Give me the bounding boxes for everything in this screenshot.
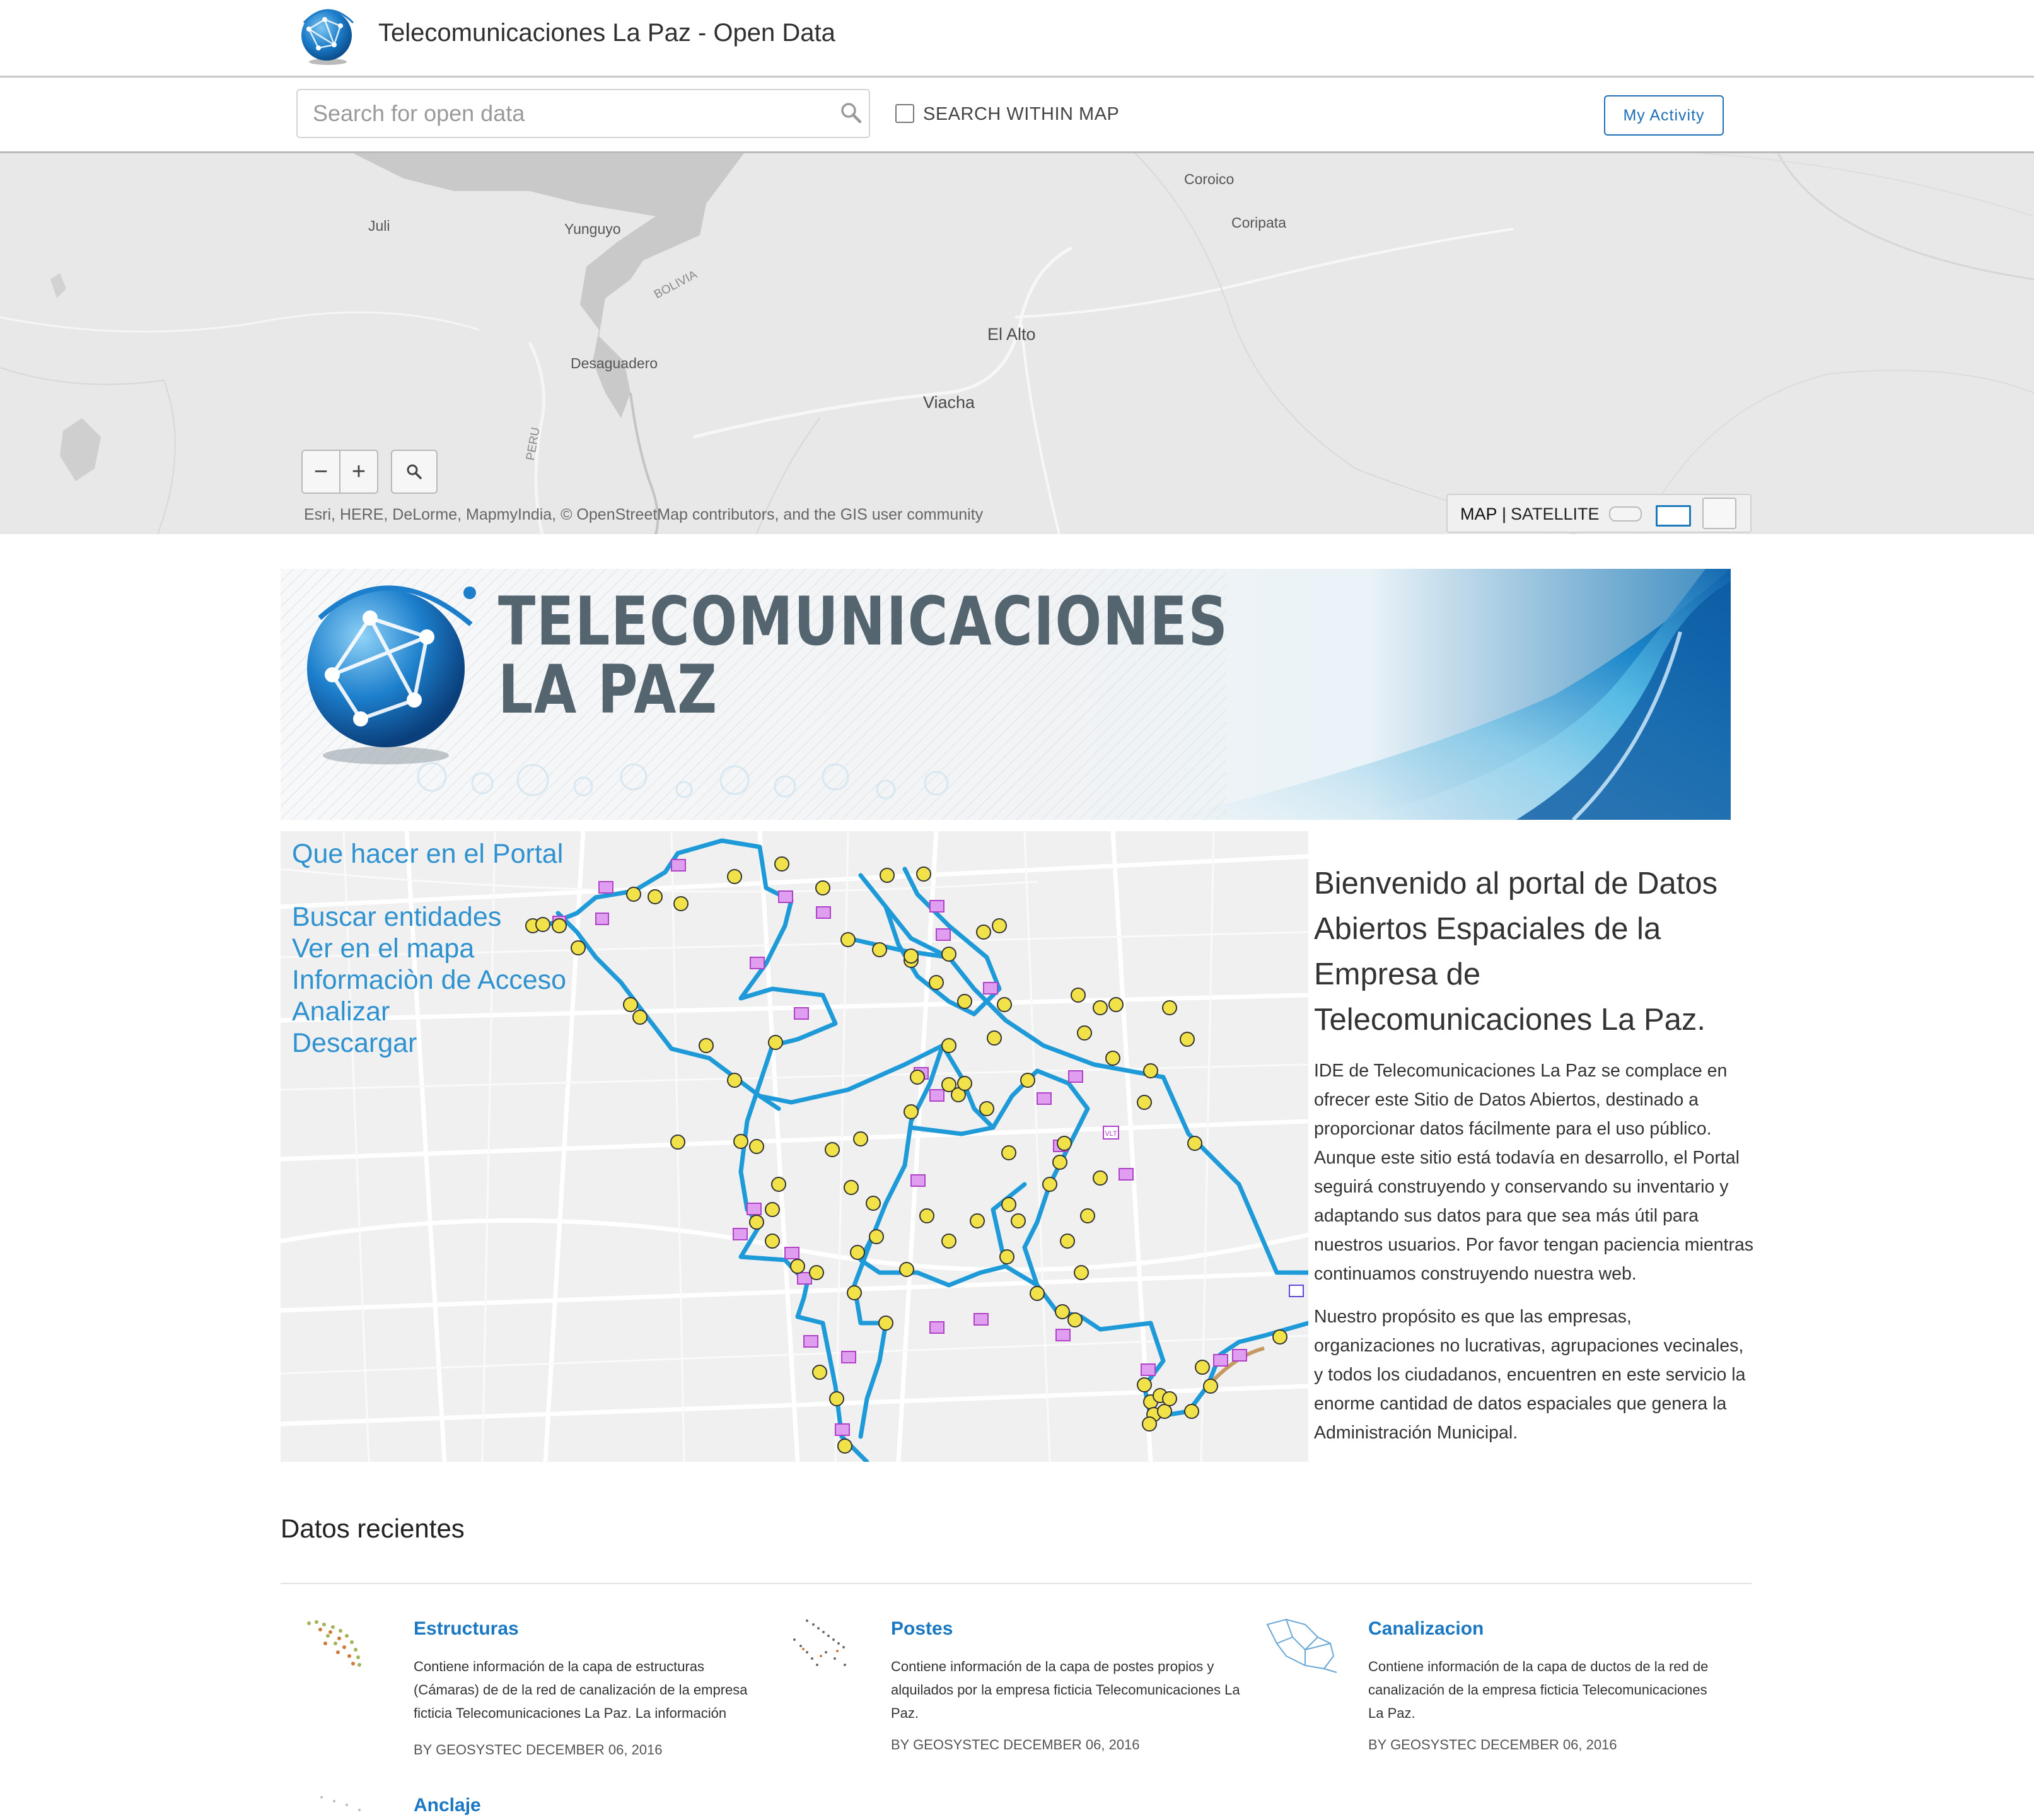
map-place-label: Desaguadero (571, 355, 658, 371)
network-map[interactable]: VLT Que hacer en el Portal Buscar entida… (281, 831, 1308, 1462)
portal-heading: Que hacer en el Portal (292, 839, 564, 869)
portal-link-analyze[interactable]: Analizar (292, 996, 390, 1027)
site-title[interactable]: Telecomunicaciones La Paz - Open Data (378, 19, 835, 47)
map-place-label: Coroico (1184, 171, 1235, 187)
welcome-heading: Bienvenido al portal de Datos Abiertos E… (1314, 866, 1718, 1037)
search-input[interactable] (296, 89, 870, 138)
view-size-medium-toggle[interactable] (1656, 505, 1691, 527)
dataset-meta: BY GEOSYSTEC DECEMBER 06, 2016 (1368, 1737, 1617, 1753)
portal-link-search-entities[interactable]: Buscar entidades (292, 902, 501, 933)
search-within-map-checkbox[interactable] (895, 104, 914, 123)
basemap-separator: | (1502, 505, 1507, 523)
section-divider (281, 1583, 1752, 1584)
postes-thumbnail[interactable] (782, 1614, 870, 1677)
estructuras-thumbnail[interactable] (303, 1614, 391, 1677)
map-panel[interactable]: Juli Yunguyo BOLIVIA Desaguadero PERU El… (0, 153, 2034, 534)
view-size-large-toggle[interactable] (1702, 498, 1736, 529)
dataset-title-anclaje[interactable]: Anclaje (414, 1795, 481, 1816)
dataset-title-canalizacion[interactable]: Canalizacion (1368, 1618, 1484, 1640)
zoom-in-button[interactable]: + (339, 451, 377, 493)
dataset-description: Contiene información de la capa de estru… (414, 1659, 748, 1721)
search-within-map-label[interactable]: SEARCH WITHIN MAP (923, 104, 1119, 125)
recent-data-heading: Datos recientes (281, 1514, 465, 1543)
map-place-label: Coripata (1231, 214, 1286, 231)
anclaje-thumbnail[interactable] (303, 1785, 391, 1820)
my-activity-button[interactable]: My Activity (1604, 95, 1724, 136)
banner-swoosh-graphic (1163, 569, 1731, 820)
dataset-meta: BY GEOSYSTEC DECEMBER 06, 2016 (891, 1737, 1140, 1753)
welcome-paragraph-1: IDE de Telecomunicaciones La Paz se comp… (1314, 1061, 1754, 1284)
map-place-label: Viacha (923, 393, 975, 412)
view-size-small-toggle[interactable] (1609, 506, 1642, 522)
zoom-out-button[interactable]: − (303, 451, 339, 493)
magnifier-icon (407, 464, 422, 479)
portal-link-view-map[interactable]: Ver en el mapa (292, 933, 474, 964)
welcome-paragraph-2: Nuestro propósito es que las empresas, o… (1314, 1307, 1746, 1443)
banner-title-line1: TELECOMUNICACIONES (498, 583, 1229, 660)
map-place-label: El Alto (987, 325, 1036, 344)
basemap-map-option[interactable]: MAP (1460, 505, 1497, 524)
dataset-title-postes[interactable]: Postes (891, 1618, 953, 1640)
globe-logo-icon[interactable] (296, 4, 359, 67)
search-bar: SEARCH WITHIN MAP My Activity (0, 78, 2034, 153)
banner-globe-icon (307, 585, 476, 764)
portal-link-access-info[interactable]: Informaciòn de Acceso (292, 965, 566, 996)
basemap-switcher: MAP | SATELLITE (1446, 494, 1752, 533)
dataset-description: Contiene información de la capa de ducto… (1368, 1659, 1709, 1721)
top-header: Telecomunicaciones La Paz - Open Data (0, 0, 2034, 78)
map-search-button[interactable] (391, 450, 438, 494)
canalizacion-thumbnail[interactable] (1261, 1612, 1349, 1675)
vlt-marker-label: VLT (1105, 1130, 1117, 1138)
map-place-label: Yunguyo (564, 221, 621, 237)
map-attribution: Esri, HERE, DeLorme, MapmyIndia, © OpenS… (304, 506, 984, 523)
basemap-satellite-option[interactable]: SATELLITE (1511, 505, 1600, 524)
portal-link-download[interactable]: Descargar (292, 1028, 417, 1059)
map-place-label: Juli (368, 218, 390, 234)
search-icon[interactable] (839, 100, 864, 125)
dataset-meta: BY GEOSYSTEC DECEMBER 06, 2016 (414, 1742, 663, 1758)
banner: TELECOMUNICACIONES LA PAZ (281, 569, 1731, 820)
dataset-title-estructuras[interactable]: Estructuras (414, 1618, 519, 1640)
zoom-controls: − + (301, 450, 378, 494)
banner-title-line2: LA PAZ (498, 651, 718, 728)
dataset-description: Contiene información de la capa de poste… (891, 1659, 1240, 1721)
